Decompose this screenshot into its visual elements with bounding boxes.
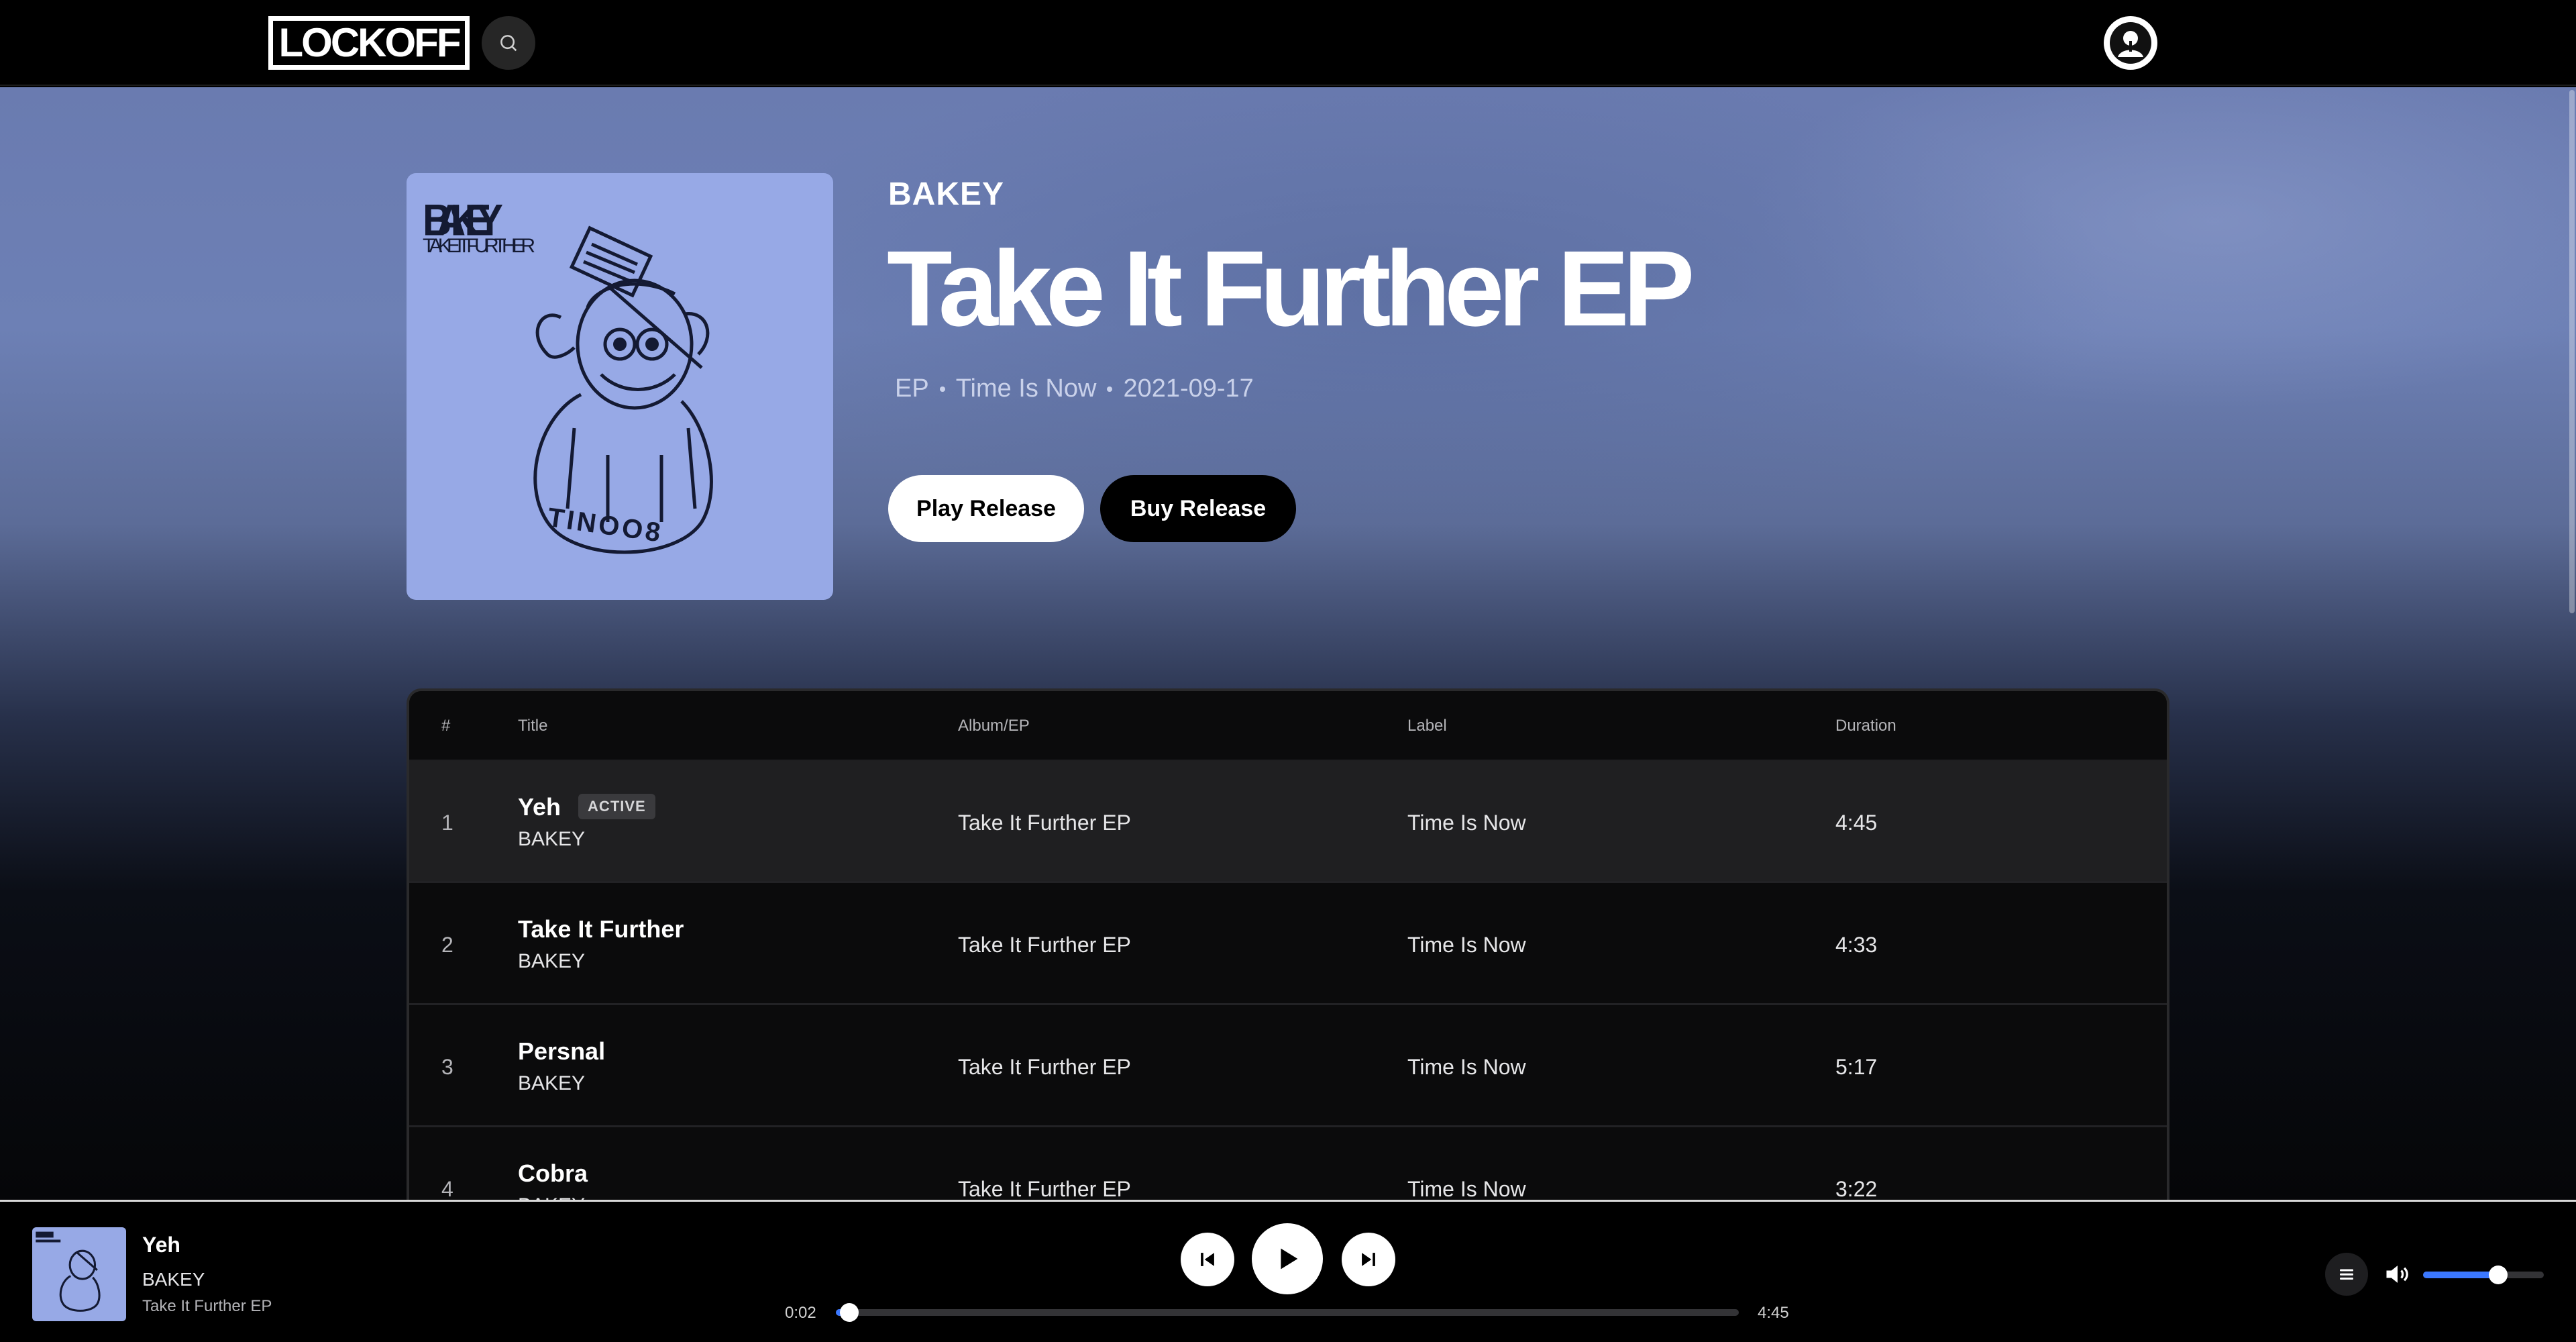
now-playing-cover[interactable] <box>32 1227 126 1321</box>
track-label[interactable]: Time Is Now <box>1407 1177 1526 1201</box>
release-title: Take It Further EP <box>887 228 1695 348</box>
cover-title-text: TAKE IT FURTHER <box>423 235 535 257</box>
play-release-button[interactable]: Play Release <box>888 475 1084 542</box>
release-type: EP <box>895 374 929 403</box>
release-meta: EP Time Is Now 2021-09-17 <box>895 374 1254 403</box>
player-bar: Yeh BAKEY Take It Further EP 0:02 4:45 <box>0 1200 2576 1342</box>
track-number: 4 <box>441 1177 453 1201</box>
skip-next-icon <box>1362 1253 1375 1266</box>
track-duration: 3:22 <box>1835 1177 1878 1201</box>
track-label[interactable]: Time Is Now <box>1407 811 1526 835</box>
total-time: 4:45 <box>1758 1304 1789 1322</box>
track-duration: 4:33 <box>1835 933 1878 957</box>
play-pause-button[interactable] <box>1252 1223 1323 1294</box>
track-title[interactable]: Take It Further <box>518 915 684 943</box>
track-label[interactable]: Time Is Now <box>1407 933 1526 958</box>
skip-previous-icon <box>1201 1253 1214 1266</box>
search-icon <box>500 35 517 52</box>
column-header-number: # <box>441 717 451 735</box>
track-row[interactable]: 1 Yeh ACTIVE BAKEY Take It Further EP Tim… <box>409 761 2167 883</box>
top-bar: LOCKOFF <box>0 0 2576 86</box>
column-header-title[interactable]: Title <box>518 717 547 735</box>
logo-text: LOCKOFF <box>278 20 462 65</box>
progress-bar[interactable] <box>836 1303 1739 1322</box>
buy-release-button[interactable]: Buy Release <box>1100 475 1296 542</box>
search-button[interactable] <box>482 16 535 70</box>
progress-handle[interactable] <box>840 1303 859 1322</box>
volume-icon <box>2386 1266 2408 1283</box>
track-table: # Title Album/EP Label Duration 1 Yeh ACT… <box>407 688 2169 1201</box>
queue-list-icon <box>2340 1269 2353 1280</box>
track-album[interactable]: Take It Further EP <box>958 933 1131 958</box>
track-row[interactable]: 4 Cobra BAKEY Take It Further EP Time Is… <box>409 1127 2167 1201</box>
track-number: 3 <box>441 1055 453 1079</box>
track-artist[interactable]: BAKEY <box>518 828 585 851</box>
mute-button[interactable] <box>2383 1259 2412 1289</box>
column-header-label[interactable]: Label <box>1407 717 1447 735</box>
track-album[interactable]: Take It Further EP <box>958 1177 1131 1201</box>
now-playing-artist[interactable]: BAKEY <box>142 1269 205 1290</box>
volume-slider[interactable] <box>2423 1266 2544 1284</box>
track-table-header: # Title Album/EP Label Duration <box>409 691 2167 761</box>
release-cover-art: BAKEY TAKE IT FURTHER TINOO8 <box>407 173 833 600</box>
user-avatar-icon <box>2110 22 2151 64</box>
track-title[interactable]: Cobra <box>518 1159 588 1188</box>
track-artist[interactable]: BAKEY <box>518 1072 585 1095</box>
track-title[interactable]: Yeh <box>518 793 561 821</box>
lockoff-logo[interactable]: LOCKOFF <box>268 16 470 70</box>
column-header-duration[interactable]: Duration <box>1835 717 1896 735</box>
track-row[interactable]: 2 Take It Further BAKEY Take It Further … <box>409 883 2167 1005</box>
now-playing-title[interactable]: Yeh <box>142 1233 180 1257</box>
track-number: 1 <box>441 811 453 835</box>
next-track-button[interactable] <box>1342 1233 1395 1286</box>
track-duration: 5:17 <box>1835 1055 1878 1079</box>
track-label[interactable]: Time Is Now <box>1407 1055 1526 1080</box>
play-icon <box>1281 1248 1298 1270</box>
track-number: 2 <box>441 933 453 957</box>
track-album[interactable]: Take It Further EP <box>958 811 1131 835</box>
track-artist[interactable]: BAKEY <box>518 950 585 973</box>
meta-separator <box>1107 386 1113 392</box>
page-scrollbar[interactable] <box>2569 90 2575 613</box>
track-duration: 4:45 <box>1835 811 1878 835</box>
release-date: 2021-09-17 <box>1123 374 1254 403</box>
elapsed-time: 0:02 <box>785 1304 816 1322</box>
release-artist[interactable]: BAKEY <box>888 176 1004 213</box>
volume-fill <box>2423 1272 2498 1278</box>
queue-button[interactable] <box>2325 1253 2368 1296</box>
track-row[interactable]: 3 Persnal BAKEY Take It Further EP Time … <box>409 1005 2167 1127</box>
track-title-cell: Yeh ACTIVE <box>518 793 655 821</box>
now-playing-album[interactable]: Take It Further EP <box>142 1297 272 1316</box>
track-album[interactable]: Take It Further EP <box>958 1055 1131 1080</box>
column-header-album[interactable]: Album/EP <box>958 717 1030 735</box>
cover-catalog-text: TINOO8 <box>546 503 665 548</box>
previous-track-button[interactable] <box>1181 1233 1234 1286</box>
volume-handle[interactable] <box>2488 1266 2508 1284</box>
active-badge: ACTIVE <box>578 794 655 820</box>
profile-button[interactable] <box>2104 16 2157 70</box>
release-label[interactable]: Time Is Now <box>956 374 1097 403</box>
meta-separator <box>939 386 945 392</box>
track-title[interactable]: Persnal <box>518 1037 605 1066</box>
